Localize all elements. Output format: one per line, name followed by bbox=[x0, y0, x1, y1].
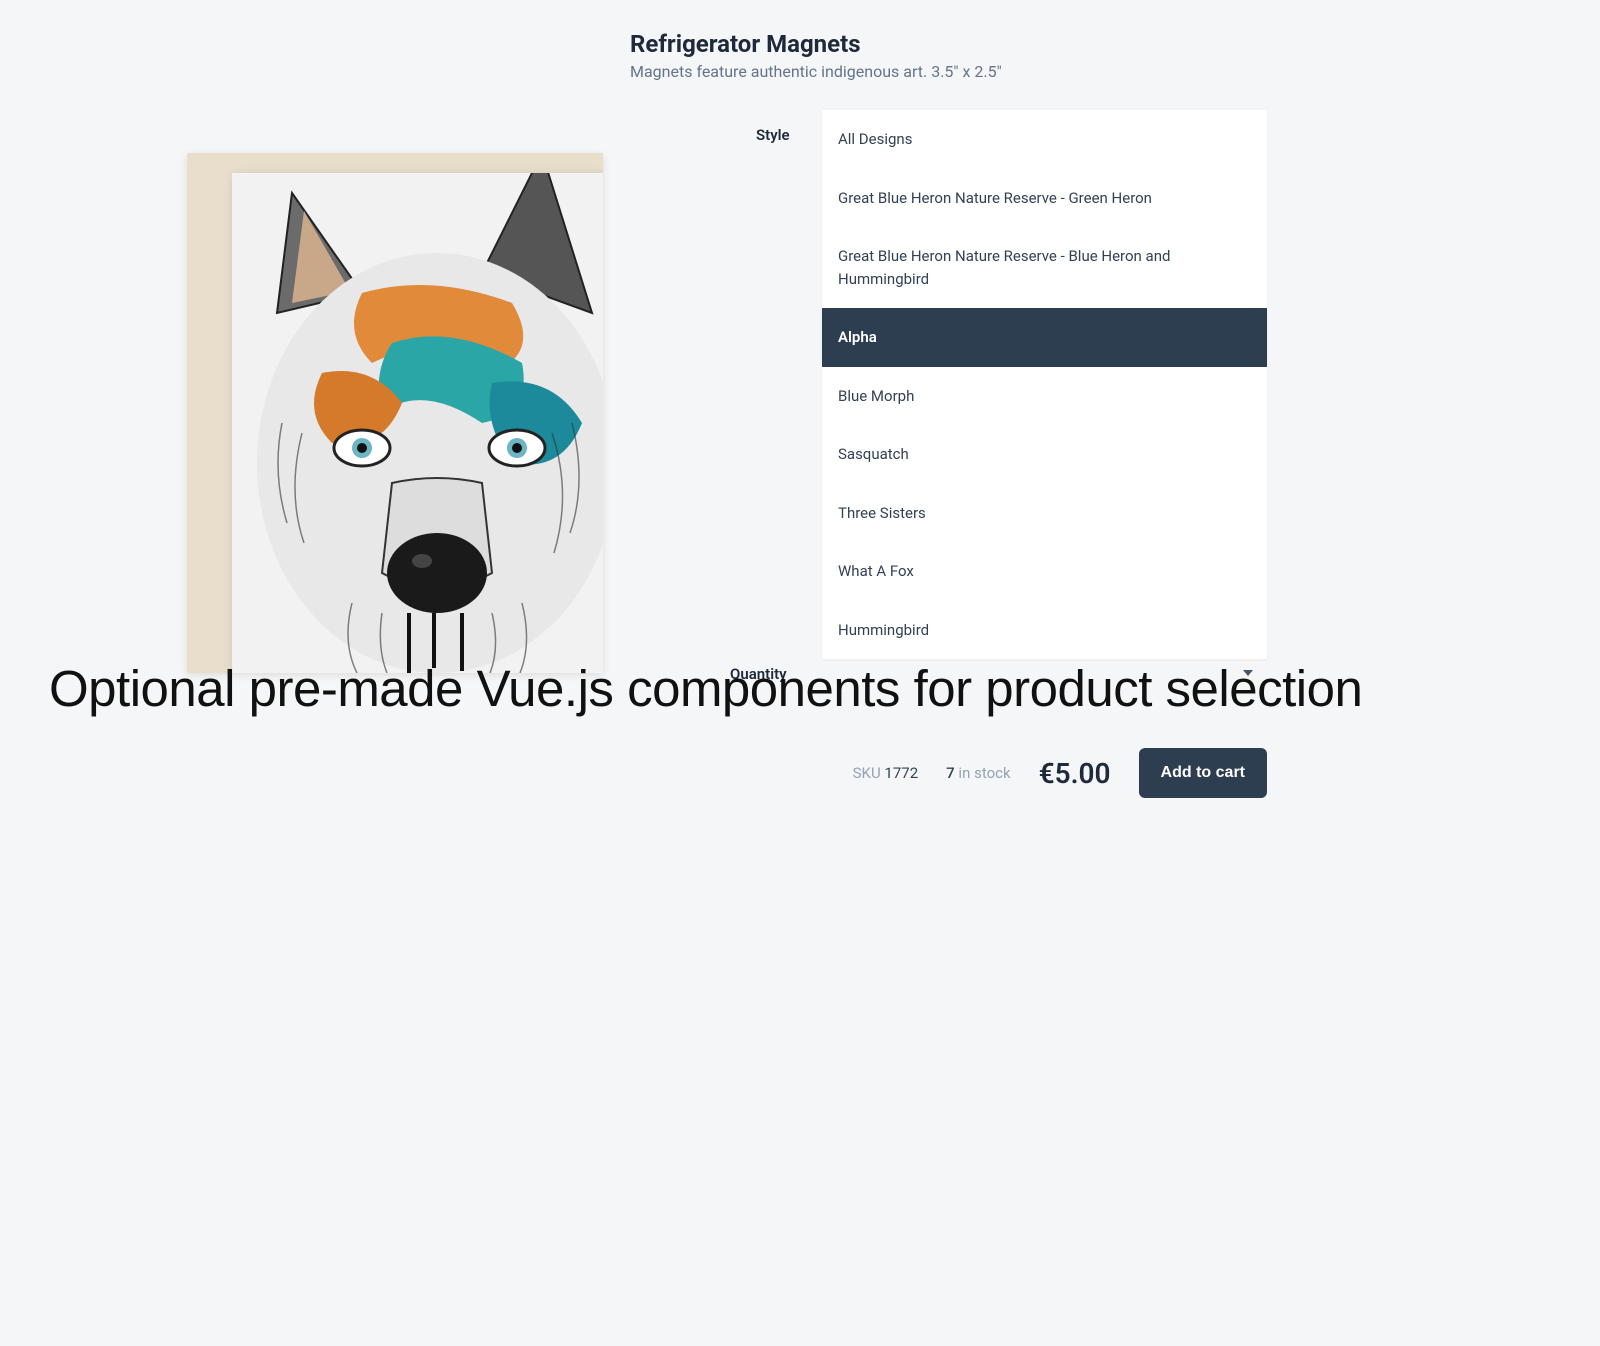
style-option[interactable]: Alpha bbox=[822, 308, 1267, 367]
style-option[interactable]: Hummingbird bbox=[822, 601, 1267, 660]
wolf-artwork bbox=[232, 173, 603, 673]
style-label: Style bbox=[756, 126, 790, 144]
sku-display: SKU 1772 bbox=[853, 764, 919, 782]
style-option[interactable]: Sasquatch bbox=[822, 425, 1267, 484]
stock-display: 7 in stock bbox=[946, 764, 1010, 782]
style-option[interactable]: What A Fox bbox=[822, 542, 1267, 601]
style-option[interactable]: Great Blue Heron Nature Reserve - Green … bbox=[822, 169, 1267, 228]
marketing-caption: Optional pre-made Vue.js components for … bbox=[49, 659, 1362, 719]
product-title: Refrigerator Magnets bbox=[630, 30, 861, 58]
purchase-footer: SKU 1772 7 in stock €5.00 Add to cart bbox=[822, 748, 1267, 798]
style-option[interactable]: Blue Morph bbox=[822, 367, 1267, 426]
style-option[interactable]: Three Sisters bbox=[822, 484, 1267, 543]
style-option[interactable]: Great Blue Heron Nature Reserve - Blue H… bbox=[822, 227, 1267, 308]
product-subtitle: Magnets feature authentic indigenous art… bbox=[630, 62, 1002, 81]
style-option[interactable]: All Designs bbox=[822, 110, 1267, 169]
product-image bbox=[187, 153, 603, 673]
add-to-cart-button[interactable]: Add to cart bbox=[1139, 748, 1267, 798]
price: €5.00 bbox=[1039, 757, 1111, 790]
style-listbox: All DesignsGreat Blue Heron Nature Reser… bbox=[822, 110, 1267, 659]
